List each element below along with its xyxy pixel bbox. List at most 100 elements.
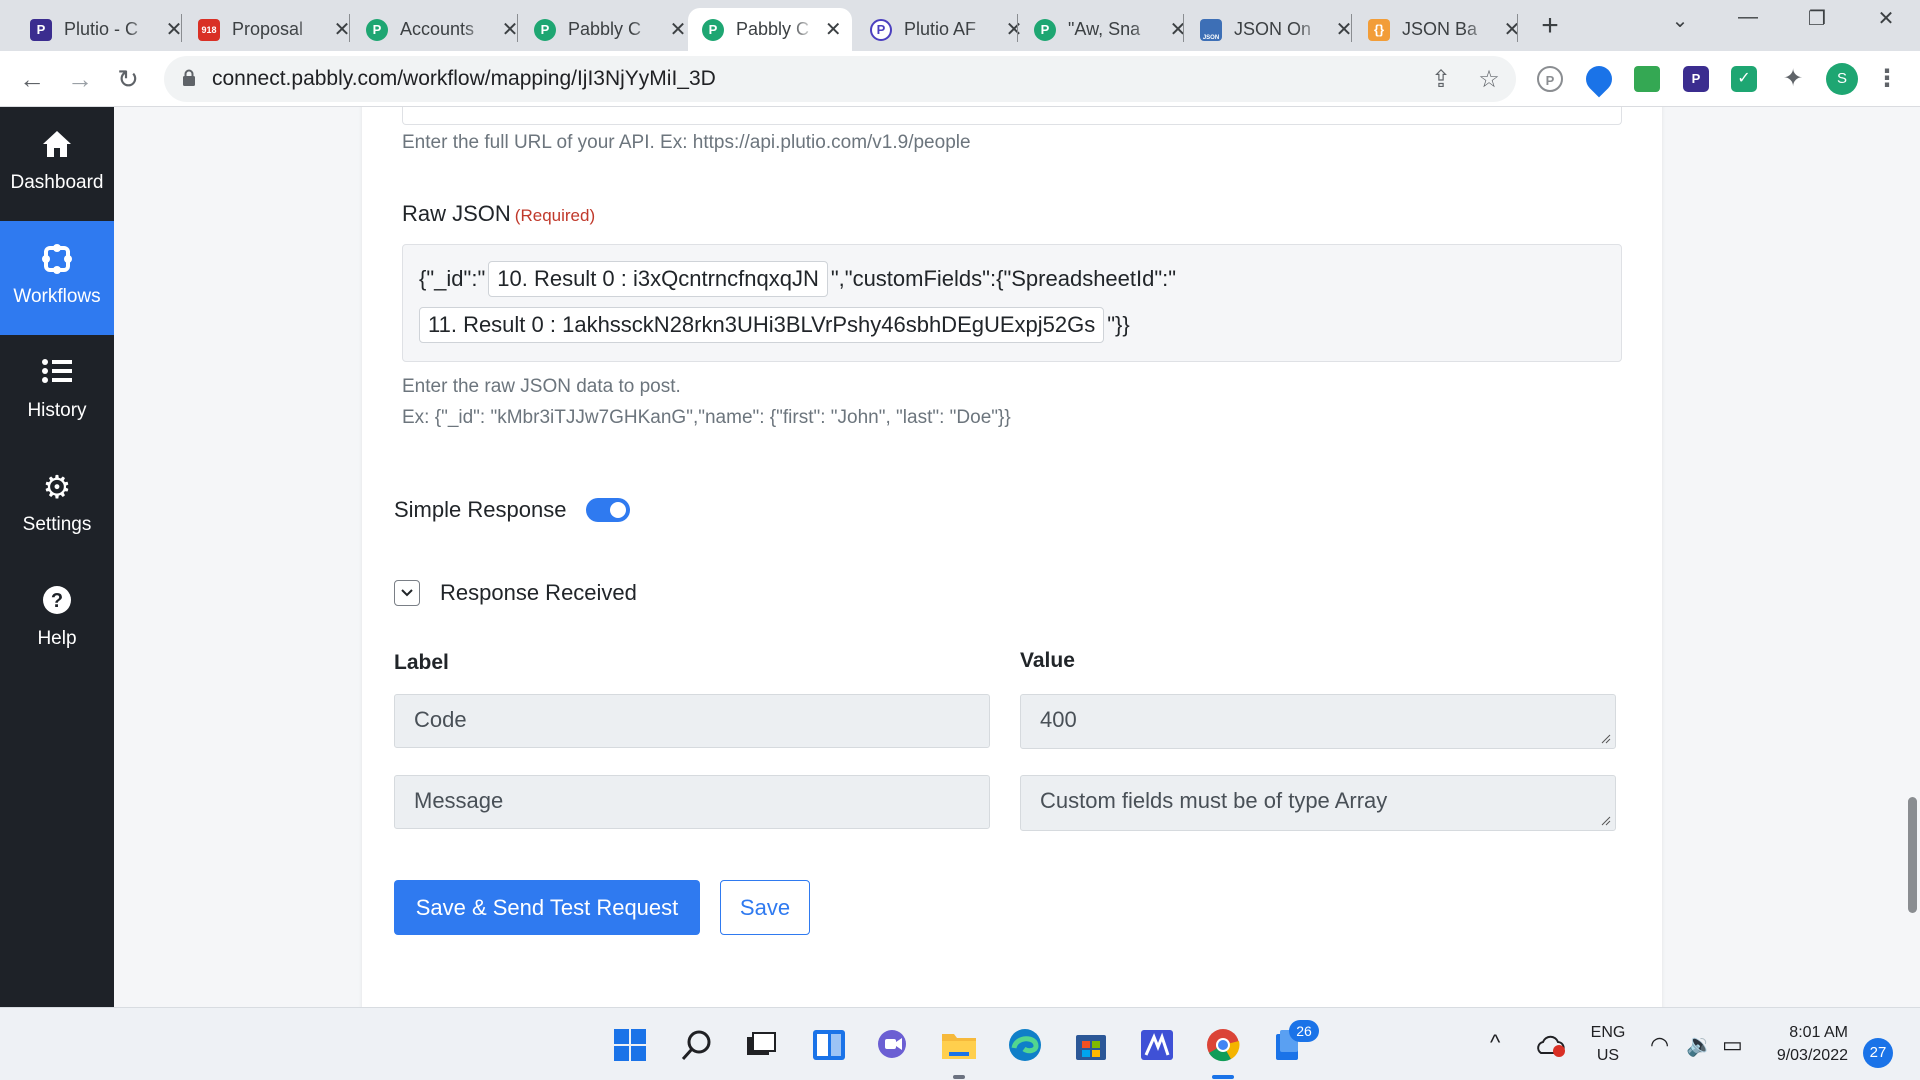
store-icon[interactable] xyxy=(1072,1026,1110,1064)
resize-grip-icon[interactable] xyxy=(1601,734,1611,744)
tab-plutio[interactable]: P Plutio - C ✕ xyxy=(16,8,194,51)
new-tab-button[interactable]: + xyxy=(1534,9,1566,43)
json-text: "}} xyxy=(1107,312,1130,337)
windows-start-icon[interactable] xyxy=(611,1026,649,1064)
profile-avatar[interactable]: S xyxy=(1826,63,1858,95)
plutio-icon: P xyxy=(30,18,52,41)
tab-accounts[interactable]: P Accounts ✕ xyxy=(352,8,530,51)
raw-json-input[interactable]: {"_id":" 10. Result 0 : i3xQcntrncfnqxqJ… xyxy=(402,244,1622,362)
pabbly-icon: P xyxy=(534,18,556,41)
tab-aw-snap[interactable]: P "Aw, Sna ✕ xyxy=(1020,8,1198,51)
sidebar-item-dashboard[interactable]: Dashboard xyxy=(0,107,114,221)
close-icon[interactable]: ✕ xyxy=(1502,17,1522,42)
battery-icon[interactable]: ▭ xyxy=(1722,1032,1743,1058)
language-indicator[interactable]: ENG xyxy=(1588,1024,1628,1042)
windows-taskbar: 26 ^ ENG US ◠ 🔉 ▭ 8:01 AM 9/03/2022 27 xyxy=(0,1007,1920,1080)
clock-time[interactable]: 8:01 AM xyxy=(1768,1024,1848,1042)
minimize-button[interactable]: — xyxy=(1728,6,1768,29)
tab-pabbly-active[interactable]: P Pabbly C ✕ xyxy=(688,8,852,51)
raw-json-label: Raw JSON (Required) xyxy=(402,201,596,226)
sidebar-item-settings[interactable]: ⚙ Settings xyxy=(0,449,114,563)
browser-toolbar: ← → ↻ connect.pabbly.com/workflow/mappin… xyxy=(0,51,1920,107)
teams-chat-icon[interactable] xyxy=(874,1026,912,1064)
menu-kebab-icon[interactable]: ⋮ xyxy=(1874,66,1900,92)
active-indicator xyxy=(953,1075,965,1079)
tab-title: JSON Ba xyxy=(1402,19,1478,39)
back-button[interactable]: ← xyxy=(12,59,52,99)
tab-search-icon[interactable]: ⌄ xyxy=(1660,8,1700,33)
save-button[interactable]: Save xyxy=(720,880,810,935)
chevron-down-icon[interactable] xyxy=(394,580,420,606)
chevron-up-icon[interactable]: ^ xyxy=(1490,1030,1500,1056)
value-column-header: Value xyxy=(1020,649,1075,672)
tab-strip: P Plutio - C ✕ 918 Proposal ✕ P Accounts… xyxy=(0,0,1920,51)
list-icon xyxy=(0,357,114,389)
region-indicator[interactable]: US xyxy=(1588,1047,1628,1065)
mapped-field-chip[interactable]: 11. Result 0 : 1akhssckN28rkn3UHi3BLVrPs… xyxy=(419,307,1105,343)
tab-json-online[interactable]: JSON JSON On ✕ xyxy=(1186,8,1364,51)
plutio-extension-icon[interactable]: P xyxy=(1683,66,1709,92)
lock-icon xyxy=(183,69,195,86)
edge-icon[interactable] xyxy=(1006,1026,1044,1064)
extension-icon[interactable]: P xyxy=(1537,66,1563,92)
mapped-field-chip[interactable]: 10. Result 0 : i3xQcntrncfnqxqJN xyxy=(488,261,828,297)
help-icon: ? xyxy=(0,585,114,617)
resize-grip-icon[interactable] xyxy=(1601,816,1611,826)
sidebar-item-label: Help xyxy=(37,628,77,649)
volume-icon[interactable]: 🔉 xyxy=(1686,1032,1713,1058)
response-received-label: Response Received xyxy=(440,580,637,605)
raw-json-help: Enter the raw JSON data to post. xyxy=(402,376,681,397)
tab-pabbly-1[interactable]: P Pabbly C ✕ xyxy=(520,8,698,51)
tab-title: JSON On xyxy=(1234,19,1312,39)
close-window-button[interactable]: ✕ xyxy=(1866,6,1906,31)
onedrive-icon[interactable] xyxy=(1532,1026,1570,1064)
api-url-input[interactable] xyxy=(402,107,1622,125)
scrollbar-thumb[interactable] xyxy=(1908,797,1917,913)
response-label-field: Code xyxy=(394,694,990,748)
wifi-icon[interactable]: ◠ xyxy=(1650,1032,1669,1058)
file-explorer-icon[interactable] xyxy=(940,1026,978,1064)
close-icon[interactable]: ✕ xyxy=(825,17,842,42)
tab-title: Plutio AF xyxy=(904,19,977,39)
close-icon[interactable]: ✕ xyxy=(1168,17,1188,42)
simple-response-toggle[interactable] xyxy=(586,498,631,522)
tab-title: Accounts xyxy=(400,19,475,39)
puzzle-icon[interactable]: ✦ xyxy=(1780,66,1806,92)
sidebar-item-label: Workflows xyxy=(13,286,101,307)
restore-button[interactable]: ❐ xyxy=(1797,6,1837,31)
sidebar-item-history[interactable]: History xyxy=(0,335,114,449)
required-marker: (Required) xyxy=(514,206,596,225)
workflow-icon xyxy=(0,243,114,275)
pabbly-icon: P xyxy=(702,18,724,41)
vue-extension-icon[interactable]: ✓ xyxy=(1731,66,1757,92)
clock-date[interactable]: 9/03/2022 xyxy=(1758,1047,1848,1065)
json-text: ","customFields":{"SpreadsheetId":" xyxy=(830,266,1177,291)
save-and-send-test-button[interactable]: Save & Send Test Request xyxy=(394,880,700,935)
response-received-header[interactable]: Response Received xyxy=(394,580,637,606)
tab-proposal[interactable]: 918 Proposal ✕ xyxy=(184,8,362,51)
chrome-icon[interactable] xyxy=(1204,1026,1242,1064)
address-bar[interactable]: connect.pabbly.com/workflow/mapping/IjI3… xyxy=(164,56,1516,102)
json-text: {"_id":" xyxy=(419,266,486,291)
json-icon: JSON xyxy=(1200,18,1222,41)
tab-json-beautify[interactable]: {} JSON Ba ✕ xyxy=(1354,8,1532,51)
app-m-icon[interactable] xyxy=(1138,1026,1176,1064)
notification-center-badge[interactable]: 27 xyxy=(1863,1038,1893,1068)
simple-response-label: Simple Response xyxy=(394,497,567,522)
task-view-icon[interactable] xyxy=(742,1026,780,1064)
api-url-help: Enter the full URL of your API. Ex: http… xyxy=(402,132,971,153)
search-icon[interactable] xyxy=(678,1026,716,1064)
url-text[interactable]: connect.pabbly.com/workflow/mapping/IjI3… xyxy=(212,67,716,91)
sidebar-item-help[interactable]: ? Help xyxy=(0,563,114,677)
simple-response-row: Simple Response xyxy=(394,497,631,523)
folder-extension-icon[interactable] xyxy=(1634,66,1660,92)
close-icon[interactable]: ✕ xyxy=(668,17,688,42)
gear-icon: ⚙ xyxy=(42,469,72,505)
reload-button[interactable]: ↻ xyxy=(108,59,148,99)
forward-button[interactable]: → xyxy=(60,59,100,99)
share-icon[interactable]: ⇪ xyxy=(1426,65,1456,94)
bookmark-star-icon[interactable]: ☆ xyxy=(1474,65,1504,94)
widgets-icon[interactable] xyxy=(810,1026,848,1064)
tab-plutio-api[interactable]: P Plutio AF ✕ xyxy=(856,8,1034,51)
sidebar-item-workflows[interactable]: Workflows xyxy=(0,221,114,335)
